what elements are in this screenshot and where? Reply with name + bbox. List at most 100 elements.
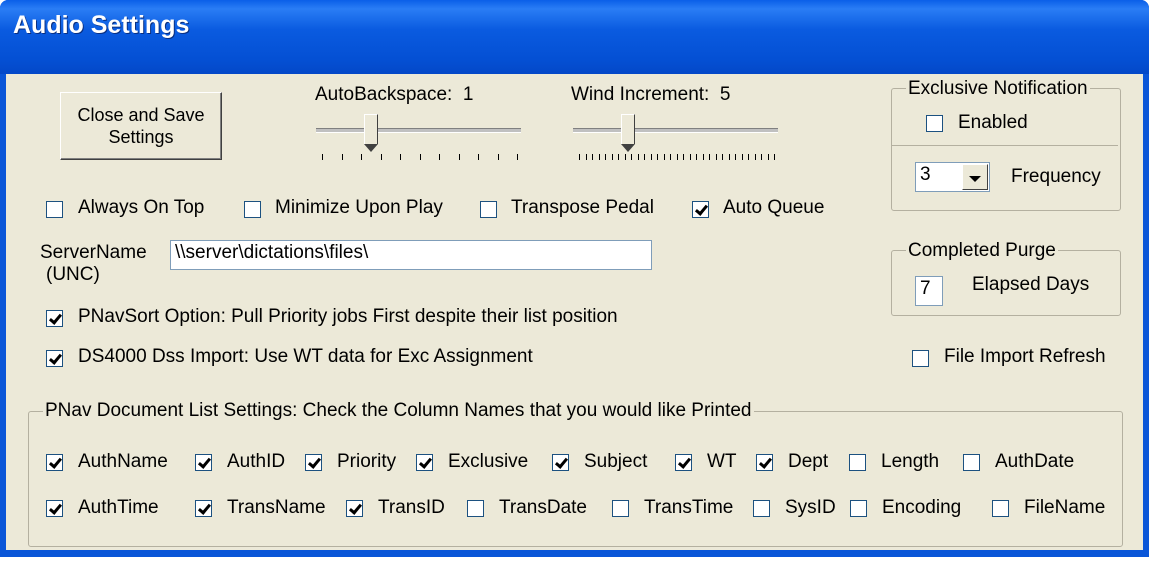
- column-encoding-label: Encoding: [882, 497, 962, 518]
- column-sysid-label: SysID: [785, 497, 836, 518]
- slider-tick: [598, 154, 600, 160]
- ds4000-checkbox[interactable]: [46, 350, 63, 367]
- autobackspace-label-text: AutoBackspace:: [315, 84, 453, 105]
- slider-tick: [497, 154, 499, 160]
- close-and-save-button[interactable]: Close and Save Settings: [60, 92, 222, 160]
- audio-settings-window: Audio Settings Close and Save Settings A…: [0, 0, 1149, 557]
- column-subject-checkbox[interactable]: [552, 454, 569, 471]
- autobackspace-track: [316, 128, 521, 133]
- autobackspace-slider[interactable]: [312, 112, 527, 164]
- column-wt-label: WT: [707, 451, 737, 472]
- autobackspace-thumb[interactable]: [364, 114, 378, 152]
- server-name-label: ServerName (UNC): [40, 242, 147, 286]
- column-transdate-label: TransDate: [499, 497, 587, 518]
- slider-tick: [754, 154, 756, 160]
- auto-queue-checkbox[interactable]: [692, 201, 709, 218]
- elapsed-days-label: Elapsed Days: [972, 274, 1090, 295]
- slider-tick: [728, 154, 730, 160]
- column-filename-checkbox[interactable]: [992, 500, 1009, 517]
- column-exclusive-label: Exclusive: [448, 451, 529, 472]
- wind-increment-track: [573, 128, 778, 133]
- minimize-upon-play-checkbox[interactable]: [244, 201, 261, 218]
- pnavsort-checkbox[interactable]: [46, 310, 63, 327]
- slider-tick: [715, 154, 717, 160]
- elapsed-days-input[interactable]: 7: [915, 276, 943, 306]
- slider-tick: [361, 154, 362, 160]
- slider-tick: [696, 154, 697, 160]
- server-name-input[interactable]: \\server\dictations\files\: [170, 240, 652, 270]
- column-wt-checkbox[interactable]: [675, 454, 692, 471]
- column-priority-label: Priority: [337, 451, 397, 472]
- column-authdate-checkbox[interactable]: [963, 454, 980, 471]
- slider-tick: [458, 154, 460, 160]
- column-priority-checkbox[interactable]: [305, 454, 322, 471]
- always-on-top-label: Always On Top: [78, 197, 205, 218]
- column-authid-label: AuthID: [227, 451, 286, 472]
- slider-tick: [722, 154, 723, 160]
- slider-tick: [702, 154, 704, 160]
- slider-tick: [517, 154, 518, 160]
- column-dept-checkbox[interactable]: [756, 454, 773, 471]
- column-filename-label: FileName: [1024, 497, 1106, 518]
- column-encoding-checkbox[interactable]: [850, 500, 867, 517]
- slider-tick: [650, 154, 652, 160]
- slider-tick: [439, 154, 440, 160]
- column-authtime-label: AuthTime: [78, 497, 159, 518]
- slider-tick: [605, 154, 606, 160]
- transpose-pedal-checkbox[interactable]: [480, 201, 497, 218]
- frequency-dropdown-button[interactable]: [962, 164, 988, 190]
- server-name-label-line1: ServerName: [40, 242, 147, 263]
- slider-tick: [478, 154, 479, 160]
- column-length-checkbox[interactable]: [849, 454, 866, 471]
- column-authtime-checkbox[interactable]: [46, 500, 63, 517]
- column-authid-checkbox[interactable]: [195, 454, 212, 471]
- doc-list-group: [28, 411, 1123, 547]
- wind-increment-label: Wind Increment: 5: [571, 84, 730, 106]
- frequency-label: Frequency: [1011, 166, 1101, 187]
- column-length-label: Length: [881, 451, 940, 472]
- column-transdate-checkbox[interactable]: [467, 500, 484, 517]
- slider-tick: [748, 154, 749, 160]
- slider-tick: [709, 154, 710, 160]
- title-bar[interactable]: Audio Settings: [0, 0, 1149, 74]
- column-authname-checkbox[interactable]: [46, 454, 63, 471]
- column-sysid-checkbox[interactable]: [753, 500, 770, 517]
- auto-queue-label: Auto Queue: [723, 197, 825, 218]
- column-exclusive-checkbox[interactable]: [416, 454, 433, 471]
- column-transid-label: TransID: [378, 497, 445, 518]
- slider-tick: [689, 154, 691, 160]
- autobackspace-ticks: [312, 154, 527, 162]
- column-transtime-checkbox[interactable]: [612, 500, 629, 517]
- slider-tick: [774, 154, 775, 160]
- slider-tick: [735, 154, 736, 160]
- exclusive-notification-group: [891, 88, 1121, 211]
- column-transid-checkbox[interactable]: [346, 500, 363, 517]
- slider-tick: [663, 154, 665, 160]
- autobackspace-value: 1: [462, 84, 474, 105]
- frequency-value: 3: [920, 164, 931, 185]
- wind-increment-thumb[interactable]: [621, 114, 635, 152]
- wind-increment-ticks: [569, 154, 784, 162]
- server-name-label-line2: (UNC): [46, 264, 100, 285]
- column-subject-label: Subject: [584, 451, 648, 472]
- transpose-pedal-label: Transpose Pedal: [511, 197, 654, 218]
- file-import-refresh-checkbox[interactable]: [912, 350, 929, 367]
- column-authdate-label: AuthDate: [995, 451, 1075, 472]
- column-transtime-label: TransTime: [644, 497, 734, 518]
- wind-increment-slider[interactable]: [569, 112, 784, 164]
- slider-tick: [380, 154, 382, 160]
- pnavsort-label: PNavSort Option: Pull Priority jobs Firs…: [78, 306, 618, 327]
- slider-tick: [419, 154, 421, 160]
- column-transname-checkbox[interactable]: [195, 500, 212, 517]
- slider-tick: [400, 154, 401, 160]
- slider-tick: [741, 154, 743, 160]
- exclusive-enabled-checkbox[interactable]: [926, 115, 943, 132]
- column-transname-label: TransName: [227, 497, 326, 518]
- always-on-top-checkbox[interactable]: [46, 201, 63, 218]
- slider-tick: [683, 154, 684, 160]
- slider-tick: [761, 154, 762, 160]
- column-dept-label: Dept: [788, 451, 829, 472]
- file-import-refresh-label: File Import Refresh: [944, 346, 1106, 367]
- slider-tick: [657, 154, 658, 160]
- exclusive-notification-title: Exclusive Notification: [906, 78, 1090, 100]
